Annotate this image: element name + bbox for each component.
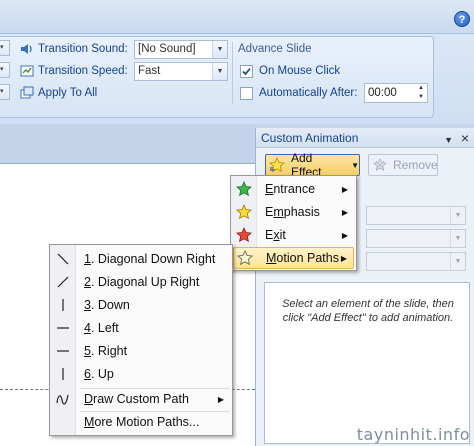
exit-label: Exit [265, 228, 286, 242]
custom-path-icon [52, 388, 74, 410]
close-icon[interactable]: × [461, 128, 469, 148]
speed-icon [20, 64, 34, 78]
pane-options-icon[interactable]: ▼ [444, 130, 453, 150]
speaker-icon [20, 42, 34, 56]
transition-sound-select[interactable]: [No Sound] ▼ [134, 40, 228, 59]
diagonal-down-right-icon [52, 248, 74, 270]
draw-custom-path-label: Draw Custom Path [84, 392, 189, 406]
ribbon: ? ▾ ▾ ▾ Transition Sound: [No Sound] ▼ T… [0, 0, 474, 124]
down-label: 3. Down [84, 298, 130, 312]
menu-item-down[interactable]: 3. Down [52, 294, 230, 316]
add-effect-menu: Entrance ▶ Emphasis ▶ Exit ▶ Motion Path… [230, 175, 357, 271]
advance-slide-title: Advance Slide [238, 39, 312, 59]
remove-star-icon [373, 158, 387, 172]
remove-button[interactable]: Remove [368, 154, 438, 176]
menu-item-right[interactable]: 5. Right [52, 340, 230, 362]
transition-speed-row: Transition Speed: [20, 61, 128, 81]
checkbox-checked-icon [240, 64, 253, 78]
ribbon-scroll-stub-2[interactable]: ▾ [0, 62, 10, 78]
diagonal-up-right-icon [52, 271, 74, 293]
vertical-down-icon [52, 294, 74, 316]
chevron-down-icon: ▼ [450, 230, 465, 247]
entrance-star-icon [233, 178, 255, 200]
submenu-arrow-icon: ▶ [217, 394, 224, 404]
advance-time-spinner[interactable]: 00:00 ▲ ▼ [364, 83, 428, 103]
horizontal-left-icon [52, 317, 74, 339]
diagonal-up-right-label: 2. Diagonal Up Right [84, 275, 200, 289]
ribbon-scroll-stub-3[interactable]: ▾ [0, 84, 10, 100]
horizontal-right-icon [52, 340, 74, 362]
exit-star-icon [233, 224, 255, 246]
menu-item-emphasis[interactable]: Emphasis ▶ [233, 201, 354, 223]
watermark: tayninhit.info [356, 425, 470, 444]
up-label: 6. Up [84, 367, 114, 381]
on-mouse-click-label: On Mouse Click [259, 65, 341, 77]
ribbon-separator [232, 42, 233, 104]
speed-select[interactable]: ▼ [366, 252, 466, 271]
ribbon-tab-strip: ? [0, 0, 474, 34]
animation-list[interactable]: Select an element of the slide, then cli… [264, 282, 470, 444]
chevron-down-icon: ▼ [212, 41, 227, 58]
remove-label: Remove [393, 158, 438, 172]
submenu-arrow-icon: ▶ [340, 253, 347, 263]
menu-item-motion-paths[interactable]: Motion Paths ▶ [233, 247, 354, 269]
left-label: 4. Left [84, 321, 119, 335]
transition-sound-row: Transition Sound: [20, 39, 128, 59]
menu-item-draw-custom-path[interactable]: Draw Custom Path ▶ [52, 388, 230, 410]
menu-item-diagonal-up-right[interactable]: 2. Diagonal Up Right [52, 271, 230, 293]
menu-item-up[interactable]: 6. Up [52, 363, 230, 385]
animation-list-hint: Select an element of the slide, then cli… [282, 298, 454, 324]
menu-item-diagonal-down-right[interactable]: 1. Diagonal Down Right [52, 248, 230, 270]
more-motion-paths-label: More Motion Paths... [84, 415, 200, 429]
spinner-arrows-icon[interactable]: ▲ ▼ [415, 84, 427, 102]
motion-path-star-icon [234, 247, 256, 269]
chevron-down-icon: ▼ [450, 207, 465, 224]
add-effect-button[interactable]: Add Effect ▼ [265, 151, 360, 179]
diagonal-down-right-label: 1. Diagonal Down Right [84, 252, 216, 266]
submenu-arrow-icon: ▶ [341, 184, 348, 194]
apply-to-all-label: Apply To All [38, 87, 98, 99]
menu-item-entrance[interactable]: Entrance ▶ [233, 178, 354, 200]
automatically-after-checkbox[interactable]: Automatically After: [240, 83, 357, 103]
submenu-arrow-icon: ▶ [341, 207, 348, 217]
chevron-down-icon: ▼ [450, 253, 465, 270]
apply-to-all-button[interactable]: Apply To All [20, 83, 97, 103]
pane-title: Custom Animation [261, 131, 359, 145]
motion-paths-submenu: 1. Diagonal Down Right 2. Diagonal Up Ri… [49, 244, 233, 436]
chevron-down-icon: ▼ [351, 160, 359, 170]
submenu-arrow-icon: ▶ [341, 230, 348, 240]
pane-title-bar: Custom Animation ▼ × [256, 128, 474, 148]
motion-paths-label: Motion Paths [266, 251, 339, 265]
blank-icon [52, 411, 74, 433]
checkbox-empty-icon [240, 86, 253, 100]
emphasis-star-icon [233, 201, 255, 223]
right-label: 5. Right [84, 344, 128, 358]
property-select[interactable]: ▼ [366, 229, 466, 248]
menu-item-more-motion-paths[interactable]: More Motion Paths... [52, 411, 230, 433]
automatically-after-label: Automatically After: [259, 87, 358, 99]
transition-speed-select[interactable]: Fast ▼ [134, 62, 228, 81]
emphasis-label: Emphasis [265, 205, 320, 219]
advance-time-value: 00:00 [368, 87, 397, 99]
transition-speed-label: Transition Speed: [38, 65, 128, 77]
transition-sound-label: Transition Sound: [38, 43, 128, 55]
vertical-up-icon [52, 363, 74, 385]
add-effect-star-icon [269, 157, 285, 173]
menu-item-exit[interactable]: Exit ▶ [233, 224, 354, 246]
apply-all-icon [20, 86, 34, 100]
chevron-down-icon: ▼ [212, 63, 227, 80]
ribbon-scroll-stub-1[interactable]: ▾ [0, 40, 10, 56]
transition-speed-value: Fast [138, 65, 161, 77]
start-select[interactable]: ▼ [366, 206, 466, 225]
menu-item-left[interactable]: 4. Left [52, 317, 230, 339]
help-button[interactable]: ? [454, 11, 470, 27]
on-mouse-click-checkbox[interactable]: On Mouse Click [240, 61, 340, 81]
entrance-label: Entrance [265, 182, 316, 196]
advance-slide-label: Advance Slide [238, 43, 312, 55]
transition-sound-value: [No Sound] [138, 43, 196, 55]
